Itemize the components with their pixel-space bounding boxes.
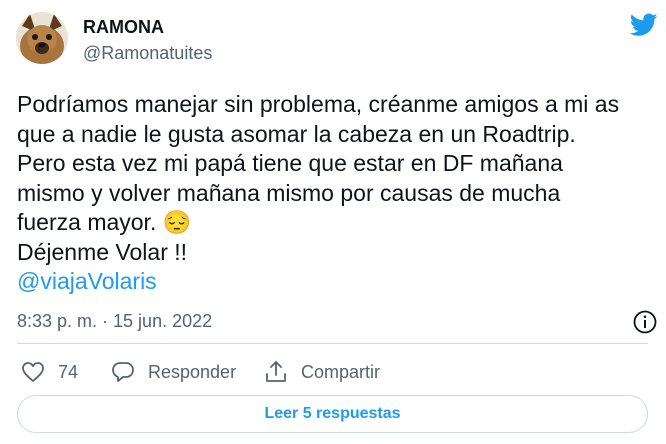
dog-avatar-icon — [16, 12, 68, 64]
pensive-face-icon: 😔 — [162, 209, 192, 235]
author-handle[interactable]: @Ramonatuites — [83, 42, 212, 64]
tweet-text: Podríamos manejar sin problema, créanme … — [17, 90, 657, 297]
share-icon — [266, 361, 286, 382]
tweet-line: Pero esta vez mi papá tiene que estar en… — [17, 150, 563, 176]
read-replies-label: Leer 5 respuestas — [264, 405, 401, 422]
like-count: 74 — [58, 361, 79, 382]
tweet-line: fuerza mayor. — [17, 209, 157, 235]
avatar[interactable] — [16, 12, 68, 64]
share-label: Compartir — [301, 361, 381, 382]
tweet-timestamp[interactable]: 8:33 p. m. · 15 jun. 2022 — [17, 309, 212, 333]
divider — [17, 343, 648, 344]
tweet-line: Déjenme Volar !! — [17, 238, 188, 265]
share-button[interactable]: Compartir — [263, 358, 380, 386]
heart-icon — [22, 362, 44, 382]
read-replies-button[interactable]: Leer 5 respuestas — [17, 395, 648, 433]
author-display-name[interactable]: RAMONA — [83, 16, 164, 38]
tweet-line-with-emoji: fuerza mayor. 😔 — [17, 208, 657, 238]
reply-label: Responder — [148, 361, 237, 382]
info-icon[interactable] — [632, 309, 658, 335]
like-button[interactable]: 74 — [20, 358, 78, 386]
tweet-line: mismo y volver mañana mismo por causas d… — [17, 179, 561, 206]
tweet-line: que a nadie le gusta asomar la cabeza en… — [17, 120, 576, 147]
tweet-line: Podríamos manejar sin problema, créanme … — [17, 91, 620, 117]
reply-button[interactable]: Responder — [110, 358, 236, 386]
mention-link[interactable]: @viajaVolaris — [17, 268, 157, 294]
twitter-bird-icon[interactable] — [630, 13, 658, 37]
reply-icon — [112, 362, 134, 382]
